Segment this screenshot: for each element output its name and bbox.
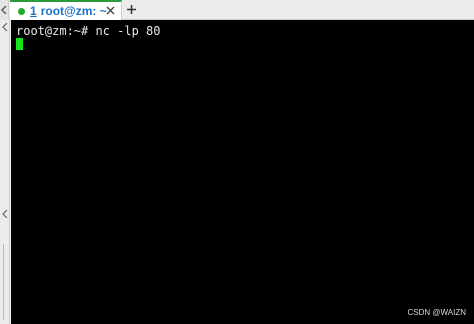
terminal-output[interactable]: root@zm:~# nc -lp 80 CSDN @WAIZN: [11, 20, 474, 324]
chevron-left-icon[interactable]: [0, 209, 9, 219]
terminal-window: 1 root@zm: ~ root@zm:~# nc -lp 80 CSDN @…: [0, 0, 474, 324]
gutter-divider: [3, 244, 4, 320]
scroll-tabs-left-icon[interactable]: [0, 0, 9, 20]
tab-number: 1: [30, 4, 37, 18]
close-icon[interactable]: [105, 5, 116, 16]
watermark: CSDN @WAIZN: [407, 308, 467, 317]
command-line: root@zm:~# nc -lp 80: [16, 24, 161, 38]
tab-title: root@zm: ~: [40, 4, 107, 18]
connection-status-icon: [18, 7, 25, 15]
plus-icon: [126, 5, 136, 14]
tab-bar: 1 root@zm: ~: [0, 0, 474, 20]
new-tab-button[interactable]: [124, 1, 138, 18]
chevron-left-icon[interactable]: [0, 22, 9, 32]
terminal-cursor: [16, 38, 23, 50]
tab-session-1[interactable]: 1 root@zm: ~: [10, 0, 122, 20]
left-gutter: [0, 20, 10, 324]
